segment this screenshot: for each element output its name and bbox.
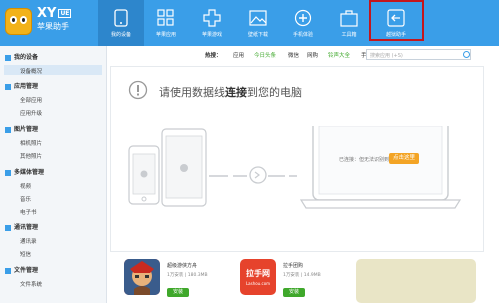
image-icon: [249, 10, 267, 26]
gamepad-icon: [203, 9, 221, 27]
sidebar-item-camera-photos[interactable]: 相机照片: [20, 139, 42, 147]
tab-label: 苹果应用: [155, 32, 176, 38]
tab-wallpaper[interactable]: 壁纸下载: [235, 0, 281, 46]
app-icon: [124, 259, 160, 295]
sidebar-item-app-updates[interactable]: 应用升级: [20, 109, 42, 117]
search-input[interactable]: 搜索应用 (+S): [366, 49, 471, 60]
tab-label: 我的设备: [110, 32, 131, 38]
iphone-icon: [128, 145, 160, 205]
app-name: 拉手团购: [283, 263, 304, 269]
folder-icon: [5, 267, 11, 274]
search-icon[interactable]: [463, 51, 470, 58]
app-logo: [5, 8, 32, 35]
device-icon: [5, 54, 11, 61]
connect-text: 请使用数据线: [159, 86, 225, 99]
app-card[interactable]: [356, 259, 486, 303]
phone-icon: [114, 9, 128, 27]
apps-icon: [5, 83, 11, 90]
app-card[interactable]: 超级游侠方舟 1万安装 | 180.3MB 安装: [124, 259, 234, 303]
app-icon: 拉手网 Lashou.com: [240, 259, 276, 295]
hot-item[interactable]: 应用: [233, 51, 244, 59]
app-meta: 1万安装 | 14.9MB: [283, 273, 321, 278]
sidebar-group-label: 我的设备: [14, 54, 39, 61]
brand-subtitle: 苹果助手: [37, 22, 69, 31]
install-button[interactable]: 安装: [167, 288, 189, 297]
sidebar-group-label: 多媒体管理: [14, 169, 45, 176]
sidebar-item-contacts[interactable]: 通讯录: [20, 237, 37, 245]
tab-label: 手机体验: [292, 32, 313, 38]
tab-label: 苹果游戏: [201, 32, 222, 38]
sidebar: 我的设备 设备概况 应用管理 全部应用 应用升级 图片管理 相机照片 其他照片 …: [0, 46, 107, 303]
sidebar-group-app-management[interactable]: 应用管理: [5, 81, 38, 90]
sidebar-group-photo-management[interactable]: 图片管理: [5, 124, 38, 133]
click-here-button[interactable]: 点击这里: [389, 153, 419, 164]
sidebar-group-label: 应用管理: [14, 83, 39, 90]
app-name: 超级游侠方舟: [167, 263, 198, 269]
contacts-icon: [5, 224, 11, 231]
brand: XY UE 苹果助手: [37, 6, 72, 32]
app-card[interactable]: 拉手网 Lashou.com 拉手团购 1万安装 | 14.9MB 安装: [240, 259, 350, 303]
app-icon-blurred: [356, 259, 476, 303]
install-button[interactable]: 安装: [283, 288, 305, 297]
sidebar-group-file-management[interactable]: 文件管理: [5, 265, 38, 274]
tab-toolbox[interactable]: 工具箱: [326, 0, 372, 46]
laptop-icon: [299, 126, 462, 209]
sidebar-item-sms[interactable]: 短信: [20, 250, 31, 258]
tab-apple-apps[interactable]: 苹果应用: [143, 0, 189, 46]
app-meta: 1万安装 | 180.3MB: [167, 273, 208, 278]
sidebar-item-device-overview[interactable]: 设备概况: [20, 67, 42, 75]
apps-grid-icon: [157, 9, 174, 26]
connect-text: 到您的电脑: [247, 86, 302, 99]
tab-phone-experience[interactable]: 手机体验: [280, 0, 326, 46]
hot-item[interactable]: 铃声大全: [328, 51, 350, 59]
sidebar-group-label: 通讯管理: [14, 224, 39, 231]
ipad-icon: [161, 128, 207, 207]
tab-label: 工具箱: [341, 32, 357, 38]
media-icon: [5, 169, 11, 176]
hot-item[interactable]: 今日头条: [254, 51, 276, 59]
sidebar-item-video[interactable]: 视频: [20, 182, 31, 190]
sidebar-item-ebook[interactable]: 电子书: [20, 208, 37, 216]
app-logo-subtext: Lashou.com: [245, 281, 271, 286]
sidebar-item-music[interactable]: 音乐: [20, 195, 31, 203]
brand-badge: UE: [58, 9, 72, 18]
tab-my-device[interactable]: 我的设备: [98, 0, 144, 46]
tab-label: 壁纸下载: [247, 32, 268, 38]
sidebar-selected-bg: [4, 65, 102, 75]
hot-label: 热搜：: [205, 53, 222, 59]
sidebar-item-file-system[interactable]: 文件系统: [20, 280, 42, 288]
sidebar-item-other-photos[interactable]: 其他照片: [20, 152, 42, 160]
photo-icon: [5, 126, 11, 133]
highlight-box: [369, 0, 424, 41]
hot-item[interactable]: 微信: [288, 51, 299, 59]
sidebar-group-label: 文件管理: [14, 267, 39, 274]
tab-apple-games[interactable]: 苹果游戏: [189, 0, 235, 46]
connect-keyword: 连接: [225, 86, 247, 99]
briefcase-icon: [340, 10, 358, 27]
connection-illustration: [128, 126, 462, 209]
top-toolbar: XY UE 苹果助手 我的设备 苹果应用 苹果游戏 壁纸下载 手机体验 工具箱 越…: [0, 0, 499, 46]
sidebar-group-my-device[interactable]: 我的设备: [5, 52, 38, 61]
info-icon: [128, 80, 148, 100]
plus-circle-icon: [294, 9, 312, 27]
sidebar-group-label: 图片管理: [14, 126, 39, 133]
hot-item[interactable]: 网购: [307, 51, 318, 59]
sidebar-item-all-apps[interactable]: 全部应用: [20, 96, 42, 104]
connect-message: 请使用数据线连接到您的电脑: [159, 84, 302, 100]
brand-name: XY: [37, 6, 57, 21]
sidebar-group-contacts-management[interactable]: 通讯管理: [5, 222, 38, 231]
sidebar-group-media-management[interactable]: 多媒体管理: [5, 167, 44, 176]
app-logo-text: 拉手网: [246, 269, 270, 278]
